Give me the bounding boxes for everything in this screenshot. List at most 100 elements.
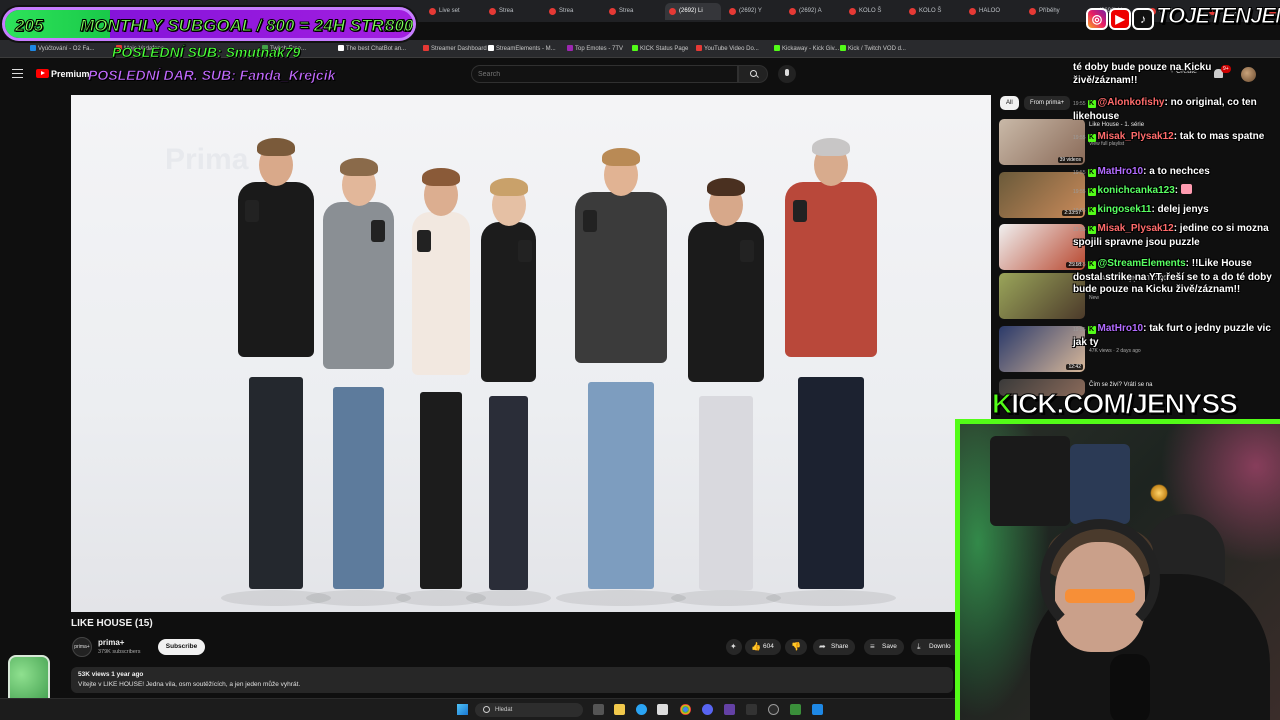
task-view-icon[interactable] xyxy=(593,704,604,715)
tab-favicon-icon xyxy=(669,8,676,15)
chat-text: : tak to mas spatne xyxy=(1173,131,1265,142)
browser-tab[interactable]: KOLO Š xyxy=(905,3,961,20)
hanging-shirt xyxy=(990,436,1070,526)
phone xyxy=(582,210,597,232)
bookmark-item[interactable]: Streamer Dashboard xyxy=(423,45,487,52)
video-description[interactable]: 53K views 1 year ago Vítejte v LIKE HOUS… xyxy=(71,667,953,693)
browser-tab[interactable]: (2692) Y xyxy=(725,3,781,20)
chat-message: té doby bude pouze na Kicku živě/záznam!… xyxy=(1073,62,1273,87)
browser-tab[interactable]: KOLO Š xyxy=(845,3,901,20)
chat-overlay: té doby bude pouze na Kicku živě/záznam!… xyxy=(1066,60,1280,396)
edge-icon[interactable] xyxy=(636,704,647,715)
microphone-icon xyxy=(785,69,789,76)
share-button[interactable]: ➦ Share xyxy=(813,639,856,655)
chip-all[interactable]: All xyxy=(1000,96,1019,110)
download-button[interactable]: ⤓ Downlo xyxy=(911,639,955,655)
browser-tab[interactable]: Strea xyxy=(485,3,541,20)
share-label: Share xyxy=(831,643,849,650)
channel-avatar[interactable]: prima+ xyxy=(72,637,92,657)
bookmark-label: Streamer Dashboard xyxy=(431,46,487,52)
phone xyxy=(792,200,807,222)
bookmark-label: KICK Status Page xyxy=(640,46,689,52)
bookmark-item[interactable]: Kick / Twitch VOD d... xyxy=(840,45,906,52)
twitch-icon[interactable] xyxy=(724,704,735,715)
app-icon-3[interactable] xyxy=(812,704,823,715)
tab-label: Live set xyxy=(439,8,460,14)
last-subscriber: POSLEDNÍ SUB: Smutnak79 xyxy=(112,44,301,61)
obs-icon[interactable] xyxy=(746,704,757,715)
bookmark-favicon-icon xyxy=(567,45,573,51)
bookmark-favicon-icon xyxy=(338,45,344,51)
browser-tab[interactable]: Strea xyxy=(605,3,661,20)
taskbar-search[interactable]: Hledat xyxy=(475,703,583,717)
phone xyxy=(371,220,386,242)
youtube-logo-icon[interactable] xyxy=(36,69,49,78)
voice-search-button[interactable] xyxy=(778,65,796,83)
kick-badge-icon: K xyxy=(1087,169,1096,177)
phone xyxy=(739,240,754,262)
bookmark-item[interactable]: Top Emotes - 7TV xyxy=(567,45,623,52)
chat-message: 19:55 K @Alonkofishy: no original, co ten … xyxy=(1073,97,1273,123)
person-figure xyxy=(776,138,886,598)
bookmark-favicon-icon xyxy=(774,45,780,51)
bookmark-item[interactable]: The best ChatBot an... xyxy=(338,45,406,52)
bookmark-favicon-icon xyxy=(488,45,494,51)
app-icon-2[interactable] xyxy=(790,704,801,715)
bookmark-item[interactable]: YouTube Video Do... xyxy=(696,45,759,52)
chat-message: 19:55 K MatHro10: tak furt o jedny puzzle … xyxy=(1073,323,1273,349)
person-legs xyxy=(798,377,864,589)
channel-name[interactable]: prima+ xyxy=(98,638,124,647)
tab-favicon-icon xyxy=(789,8,796,15)
activity-button[interactable]: ✦ xyxy=(726,639,742,655)
hamburger-menu-icon[interactable] xyxy=(12,69,23,78)
browser-tab[interactable]: Live set xyxy=(425,3,481,20)
app-icon[interactable] xyxy=(768,704,779,715)
browser-tab[interactable]: Strea xyxy=(545,3,601,20)
thumbs-down-icon: 👎 xyxy=(791,642,801,651)
video-player[interactable]: Prima xyxy=(71,95,991,612)
person-legs xyxy=(588,382,654,589)
discord-icon[interactable] xyxy=(702,704,713,715)
browser-tab[interactable]: (2692) A xyxy=(785,3,841,20)
save-label: Save xyxy=(882,643,897,650)
youtube-premium-label[interactable]: Premium xyxy=(51,69,90,79)
chip-from-channel[interactable]: From prima+ xyxy=(1024,96,1071,110)
search-button[interactable] xyxy=(738,65,768,83)
browser-tab[interactable]: Příběhy xyxy=(1025,3,1081,20)
chat-username: konichcanka123 xyxy=(1097,185,1175,196)
chat-timestamp: 19:55 xyxy=(1073,170,1086,176)
file-explorer-icon[interactable] xyxy=(614,704,625,715)
tab-favicon-icon xyxy=(609,8,616,15)
windows-start-icon[interactable] xyxy=(457,704,468,715)
search-box xyxy=(471,65,738,83)
subgoal-label: MONTHLY SUBGOAL / 800 = 24H STREAM xyxy=(80,16,416,36)
tab-label: Strea xyxy=(499,8,514,14)
microphone xyxy=(1110,654,1150,720)
store-icon[interactable] xyxy=(657,704,668,715)
kick-badge-icon: K xyxy=(1087,226,1096,234)
save-button[interactable]: ≡ Save xyxy=(864,639,904,655)
chrome-icon[interactable] xyxy=(680,704,691,715)
channel-subscriber-count: 379K subscribers xyxy=(98,649,141,655)
browser-tab[interactable]: HALOO xyxy=(965,3,1021,20)
browser-tab[interactable]: (2692) Li xyxy=(665,3,721,20)
person-hair xyxy=(257,138,295,156)
kick-badge-icon: K xyxy=(1087,100,1096,108)
tab-label: (2692) Li xyxy=(679,8,703,14)
description-meta: 53K views 1 year ago xyxy=(78,671,144,678)
chat-timestamp: 19:55 xyxy=(1073,101,1086,107)
bookmark-item[interactable]: StreamElements - M... xyxy=(488,45,556,52)
bookmark-item[interactable]: Kickaway - Kick Giv... xyxy=(774,45,839,52)
chat-message: 19:55 Kkingosek11: delej jenys xyxy=(1073,204,1273,218)
last-gift-sub: POSLEDNÍ DAR. SUB: Fanda_Krejcik xyxy=(88,67,336,84)
phone xyxy=(244,200,259,222)
bookmark-item[interactable]: KICK Status Page xyxy=(632,45,688,52)
bookmark-item[interactable]: Vyúčtování - O2 Fa... xyxy=(30,45,94,52)
subscribe-button[interactable]: Subscribe xyxy=(158,639,205,655)
search-input[interactable] xyxy=(478,69,728,80)
dislike-button[interactable]: 👎 xyxy=(785,639,807,655)
tab-label: Strea xyxy=(559,8,574,14)
webcam-feed xyxy=(955,419,1280,720)
sparkle-icon: ✦ xyxy=(730,642,737,651)
like-button[interactable]: 👍 604 xyxy=(745,639,781,655)
